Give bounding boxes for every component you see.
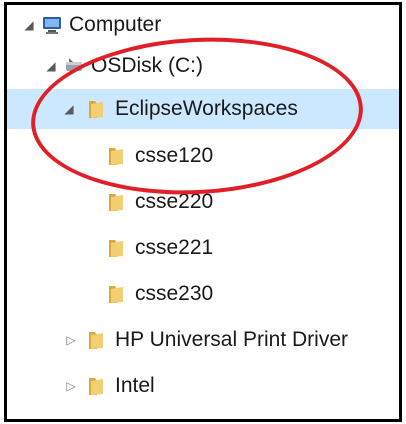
tree-item-csse220[interactable]: csse220 [7,182,399,222]
tree-item-label: OSDisk (C:) [91,54,203,77]
expanded-arrow-icon[interactable]: ◢ [63,101,75,117]
folder-icon [109,194,123,211]
folder-icon [109,148,123,165]
tree-item-label: csse230 [135,282,214,305]
tree-item-label: EclipseWorkspaces [115,97,298,120]
computer-icon [43,17,61,34]
folder-icon [89,101,103,118]
tree-item-label: csse120 [135,144,214,167]
folder-tree-panel: ◢ Computer ◢ OSDisk (C:) ◢ EclipseWorksp… [4,2,402,422]
tree-item-csse230[interactable]: csse230 [7,274,399,314]
collapsed-arrow-icon[interactable]: ▷ [65,332,77,348]
expanded-arrow-icon[interactable]: ◢ [23,17,35,33]
tree-item-label: csse221 [135,236,214,259]
folder-icon [89,332,103,349]
tree-item-label: HP Universal Print Driver [115,328,348,351]
tree-item-intel[interactable]: ▷ Intel [7,366,399,406]
tree-item-eclipseworkspaces[interactable]: ◢ EclipseWorkspaces [7,89,399,129]
tree-item-label: csse220 [135,190,214,213]
expanded-arrow-icon[interactable]: ◢ [45,58,57,74]
tree-item-hp-universal-print-driver[interactable]: ▷ HP Universal Print Driver [7,320,399,360]
tree-item-computer[interactable]: ◢ Computer [7,5,399,45]
tree-item-label: Intel [115,374,155,397]
tree-item-drive[interactable]: ◢ OSDisk (C:) [7,46,399,86]
folder-icon [89,378,103,395]
folder-icon [109,240,123,257]
tree-item-csse221[interactable]: csse221 [7,228,399,268]
tree-item-label: Computer [69,13,162,36]
collapsed-arrow-icon[interactable]: ▷ [65,378,77,394]
tree-item-csse120[interactable]: csse120 [7,136,399,176]
folder-icon [109,286,123,303]
drive-icon [66,58,82,71]
